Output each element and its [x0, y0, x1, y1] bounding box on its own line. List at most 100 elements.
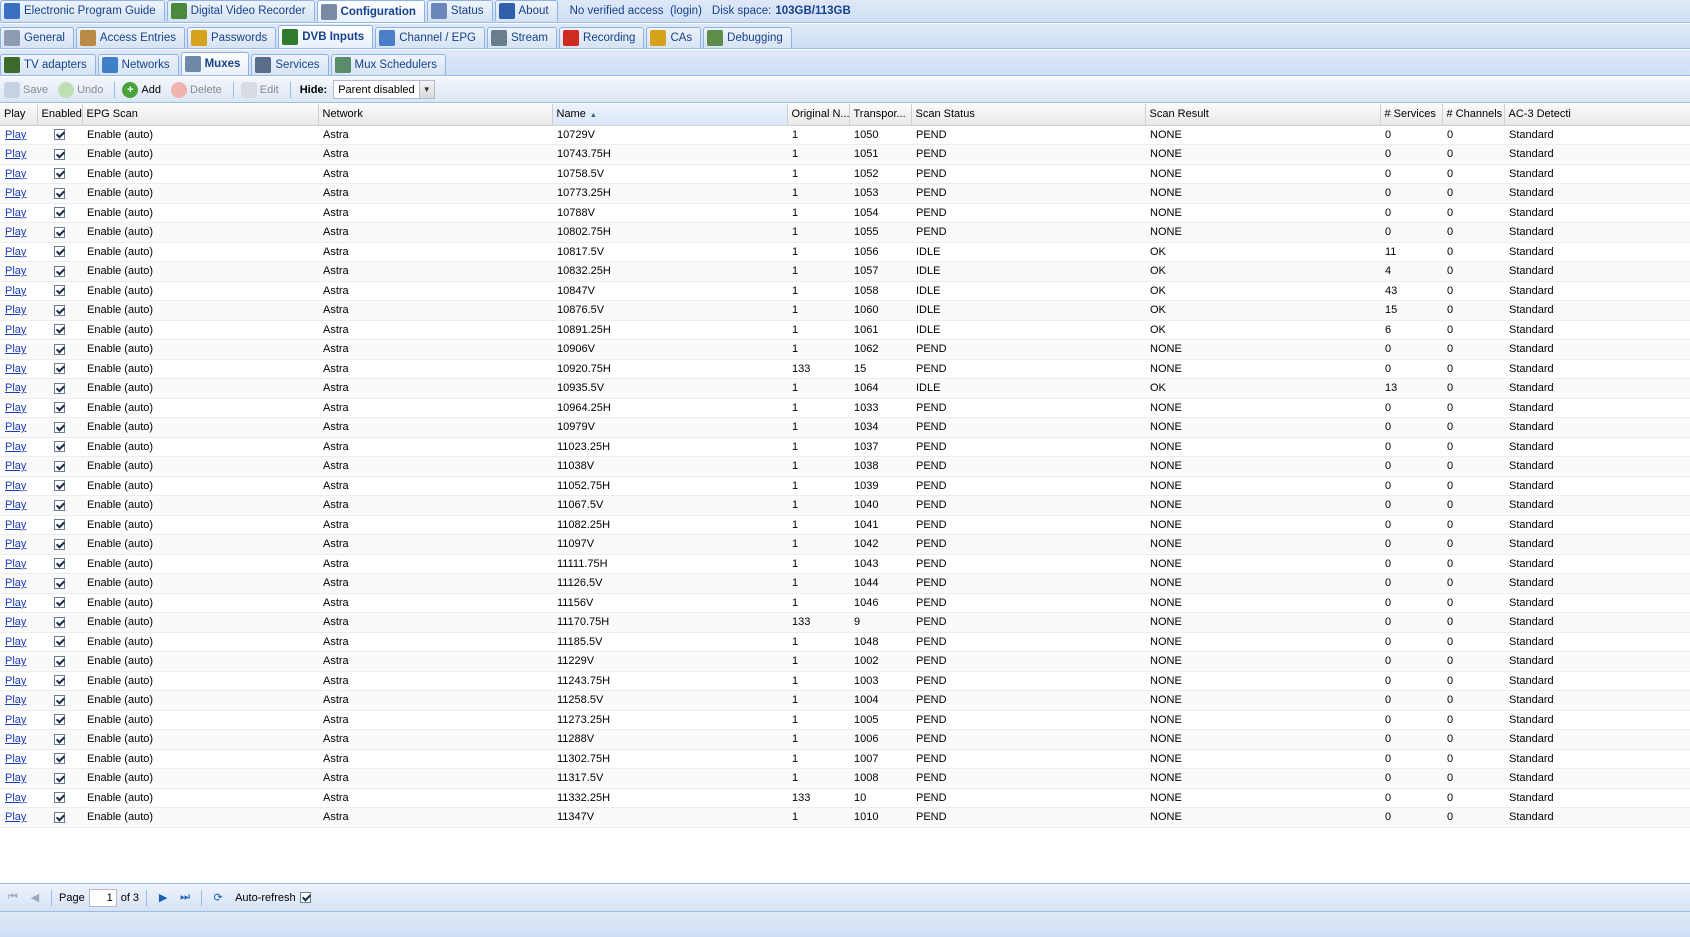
play-link[interactable]: Play — [5, 343, 26, 355]
table-row[interactable]: Play Enable (auto) Astra 11082.25H 1 1041 PEND… — [0, 515, 1690, 535]
page-input[interactable]: 1 — [88, 888, 117, 907]
tab-general[interactable]: General — [0, 27, 74, 48]
refresh-icon[interactable]: ⟳ — [209, 889, 227, 907]
enabled-checkbox[interactable] — [54, 655, 65, 667]
table-row[interactable]: Play Enable (auto) Astra 11302.75H 1 1007 PEND… — [0, 749, 1690, 769]
play-link[interactable]: Play — [5, 694, 26, 706]
table-row[interactable]: Play Enable (auto) Astra 11288V 1 1006 PEND NON… — [0, 729, 1690, 750]
tab-cas[interactable]: CAs — [646, 27, 702, 48]
table-row[interactable]: Play Enable (auto) Astra 11185.5V 1 1048 PEND N… — [0, 632, 1690, 652]
tab-debugging[interactable]: Debugging — [703, 27, 792, 48]
column-header[interactable]: # Channels — [1442, 104, 1505, 126]
table-row[interactable]: Play Enable (auto) Astra 10876.5V 1 1060 IDLE O… — [0, 300, 1690, 321]
play-link[interactable]: Play — [5, 246, 26, 258]
table-row[interactable]: Play Enable (auto) Astra 11317.5V 1 1008 PEND N… — [0, 768, 1690, 789]
column-header[interactable]: # Services — [1380, 104, 1443, 126]
enabled-checkbox[interactable] — [54, 753, 65, 765]
table-row[interactable]: Play Enable (auto) Astra 10817.5V 1 1056 IDLE O… — [0, 242, 1690, 262]
play-link[interactable]: Play — [5, 519, 26, 531]
enabled-checkbox[interactable] — [54, 382, 65, 394]
first-page-icon[interactable]: ⏮ — [4, 889, 22, 907]
tab-tv-adapters[interactable]: TV adapters — [0, 54, 96, 75]
column-header[interactable]: Play — [0, 104, 38, 126]
enabled-checkbox[interactable] — [54, 343, 65, 355]
play-link[interactable]: Play — [5, 129, 26, 141]
table-row[interactable]: Play Enable (auto) Astra 10832.25H 1 1057 IDLE… — [0, 261, 1690, 282]
enabled-checkbox[interactable] — [54, 226, 65, 238]
enabled-checkbox[interactable] — [54, 577, 65, 589]
play-link[interactable]: Play — [5, 811, 26, 823]
column-header[interactable]: Scan Result — [1145, 104, 1381, 126]
table-row[interactable]: Play Enable (auto) Astra 10773.25H 1 1053 PEND… — [0, 183, 1690, 204]
play-link[interactable]: Play — [5, 636, 26, 648]
enabled-checkbox[interactable] — [54, 265, 65, 277]
table-row[interactable]: Play Enable (auto) Astra 11038V 1 1038 PEND NON… — [0, 456, 1690, 477]
play-link[interactable]: Play — [5, 499, 26, 511]
hide-select[interactable]: Parent disabled ▼ — [333, 80, 435, 99]
play-link[interactable]: Play — [5, 304, 26, 316]
tab-configuration[interactable]: Configuration — [316, 0, 425, 22]
enabled-checkbox[interactable] — [54, 187, 65, 199]
play-link[interactable]: Play — [5, 792, 26, 804]
play-link[interactable]: Play — [5, 363, 26, 375]
enabled-checkbox[interactable] — [54, 733, 65, 745]
play-link[interactable]: Play — [5, 675, 26, 687]
play-link[interactable]: Play — [5, 577, 26, 589]
enabled-checkbox[interactable] — [54, 616, 65, 628]
last-page-icon[interactable]: ⏭ — [176, 889, 194, 907]
enabled-checkbox[interactable] — [54, 460, 65, 472]
save-button[interactable]: Save — [2, 80, 54, 100]
table-row[interactable]: Play Enable (auto) Astra 11097V 1 1042 PEND NON… — [0, 534, 1690, 555]
enabled-checkbox[interactable] — [54, 207, 65, 219]
play-link[interactable]: Play — [5, 324, 26, 336]
enabled-checkbox[interactable] — [54, 363, 65, 375]
add-button[interactable]: + Add — [120, 80, 167, 100]
table-row[interactable]: Play Enable (auto) Astra 11170.75H 133 9 PEND N… — [0, 612, 1690, 633]
play-link[interactable]: Play — [5, 148, 26, 160]
table-row[interactable]: Play Enable (auto) Astra 11229V 1 1002 PEND NON… — [0, 651, 1690, 672]
play-link[interactable]: Play — [5, 207, 26, 219]
play-link[interactable]: Play — [5, 226, 26, 238]
enabled-checkbox[interactable] — [54, 148, 65, 160]
table-row[interactable]: Play Enable (auto) Astra 11052.75H 1 1039 PEND… — [0, 476, 1690, 496]
table-row[interactable]: Play Enable (auto) Astra 10729V 1 1050 PEND NON… — [0, 125, 1690, 145]
play-link[interactable]: Play — [5, 265, 26, 277]
tab-recording[interactable]: Recording — [559, 27, 645, 48]
column-header[interactable]: Original N... — [787, 104, 850, 126]
play-link[interactable]: Play — [5, 772, 26, 784]
tab-muxes[interactable]: Muxes — [180, 52, 250, 75]
table-row[interactable]: Play Enable (auto) Astra 10979V 1 1034 PEND NON… — [0, 417, 1690, 438]
table-row[interactable]: Play Enable (auto) Astra 10743.75H 1 1051 PEND… — [0, 144, 1690, 165]
enabled-checkbox[interactable] — [54, 246, 65, 258]
table-row[interactable]: Play Enable (auto) Astra 11126.5V 1 1044 PEND N… — [0, 573, 1690, 594]
enabled-checkbox[interactable] — [54, 538, 65, 550]
play-link[interactable]: Play — [5, 655, 26, 667]
enabled-checkbox[interactable] — [54, 421, 65, 433]
tab-channel-epg[interactable]: Channel / EPG — [375, 27, 485, 48]
enabled-checkbox[interactable] — [54, 675, 65, 687]
column-header[interactable]: Name ▲ — [552, 104, 788, 126]
delete-button[interactable]: Delete — [169, 80, 228, 100]
tab-networks[interactable]: Networks — [97, 54, 179, 75]
play-link[interactable]: Play — [5, 538, 26, 550]
prev-page-icon[interactable]: ◀ — [26, 889, 44, 907]
enabled-checkbox[interactable] — [54, 811, 65, 823]
table-row[interactable]: Play Enable (auto) Astra 10964.25H 1 1033 PEND… — [0, 398, 1690, 418]
enabled-checkbox[interactable] — [54, 499, 65, 511]
column-header[interactable]: Scan Status — [911, 104, 1146, 126]
play-link[interactable]: Play — [5, 285, 26, 297]
table-row[interactable]: Play Enable (auto) Astra 11156V 1 1046 PEND NON… — [0, 593, 1690, 613]
table-row[interactable]: Play Enable (auto) Astra 11067.5V 1 1040 PEND N… — [0, 495, 1690, 516]
undo-button[interactable]: Undo — [56, 80, 109, 100]
column-header[interactable]: Network — [318, 104, 553, 126]
column-header[interactable]: EPG Scan — [82, 104, 319, 126]
tab-digital-video-recorder[interactable]: Digital Video Recorder — [166, 0, 315, 21]
column-header[interactable]: Transpor... — [849, 104, 912, 126]
enabled-checkbox[interactable] — [54, 285, 65, 297]
table-row[interactable]: Play Enable (auto) Astra 10788V 1 1054 PEND NON… — [0, 203, 1690, 223]
tab-services[interactable]: Services — [251, 54, 329, 75]
play-link[interactable]: Play — [5, 616, 26, 628]
enabled-checkbox[interactable] — [54, 402, 65, 414]
play-link[interactable]: Play — [5, 441, 26, 453]
play-link[interactable]: Play — [5, 714, 26, 726]
